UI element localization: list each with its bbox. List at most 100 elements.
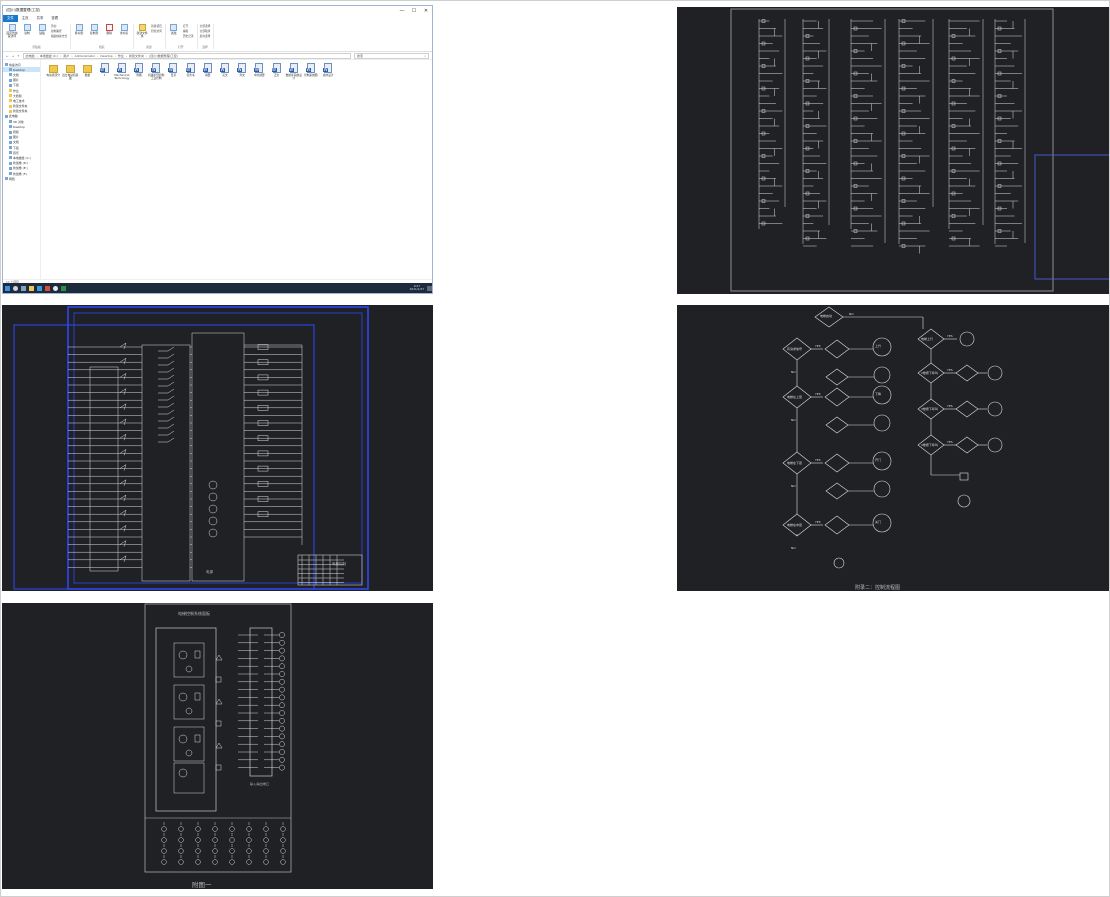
word-document-icon [271,63,281,73]
ribbon-button[interactable]: 移动到 [73,24,85,35]
ribbon-small-button[interactable]: 新建项目 [151,24,162,28]
flowchart-label: 3楼按下呼叫 [921,406,938,411]
indicator-lamp-icon [280,837,286,843]
tab-home[interactable]: 主页 [18,15,33,22]
breadcrumb-item[interactable]: (四川)数据整理(工控) [149,54,178,58]
file-item[interactable]: 目录 [165,63,181,80]
edge-browser-icon[interactable] [37,285,42,291]
breadcrumb-item[interactable]: Administrator [75,54,95,58]
ribbon-button[interactable]: 新建文件夹 [136,24,148,38]
file-item[interactable]: 1 [97,63,113,80]
file-item[interactable]: 数据 [79,63,95,80]
taskbar-clock[interactable]: 9:47 2021/1/27 [410,284,424,291]
button-square-icon [215,676,222,683]
terminal-wiring-diagram [677,7,1109,294]
chrome-icon[interactable] [53,285,58,291]
file-item[interactable]: 正文 [268,63,284,80]
ribbon-small-button[interactable]: 编辑 [183,29,194,33]
ribbon-button[interactable]: 固定到快速访问 [6,24,18,38]
ribbon-button[interactable]: 复制到 [88,24,100,35]
file-item[interactable]: 数据库系统设计 [286,63,302,80]
up-arrow-icon [215,742,223,749]
spreadsheet-app-icon[interactable] [61,285,66,291]
io-terminal-icon [279,686,285,693]
flowchart-label: 电梯在下层 [787,460,802,465]
ribbon-button[interactable]: 删除 [103,24,115,35]
indicator-lamp-icon [280,859,286,865]
io-port-label: 输入/输出端口 [250,781,269,786]
forward-arrow-icon[interactable]: → [12,54,15,58]
tab-share[interactable]: 共享 [33,15,48,22]
maximize-button[interactable]: ☐ [408,8,420,14]
ribbon-button[interactable]: 属性 [168,24,180,38]
windows-start-icon[interactable] [5,285,10,291]
search-taskbar-icon[interactable] [13,285,18,291]
task-view-icon[interactable] [21,285,26,291]
minimize-button[interactable]: — [396,8,408,14]
floor-display [194,692,201,701]
breadcrumb-item[interactable]: 用户 [63,54,69,58]
ribbon-small-button[interactable]: 全部取消 [200,29,211,33]
indicator-lamp-icon [229,848,235,854]
file-name: 中文摘要 [253,73,265,77]
breadcrumb-item[interactable]: Desktop [100,54,112,58]
breadcrumb-item[interactable]: 作业 [118,54,124,58]
breadcrumb-item[interactable]: 新建文件夹 [129,54,144,58]
ribbon-small-button[interactable]: 历史记录 [183,34,194,38]
search-input[interactable]: 搜索 ⌕ [354,52,429,59]
ribbon-button-label: 属性 [171,31,177,35]
file-item[interactable]: 电动机部分 [45,63,61,80]
file-item[interactable]: 附图 [131,63,147,80]
wps-icon[interactable] [45,285,50,291]
ribbon-small-button[interactable]: 复制路径 [51,29,67,33]
ribbon-small-button[interactable]: 剪切 [51,24,67,28]
file-item[interactable]: 总体设计 [320,63,336,80]
indicator-lamp-icon [195,826,201,832]
file-name: 电动机部分 [46,73,60,77]
ribbon-group: 移动到 复制到 删除 重命名 组织 [73,24,135,49]
file-item[interactable]: 摘要 [200,63,216,80]
up-arrow-icon[interactable]: ↑ [17,54,20,58]
tab-file[interactable]: 文件 [3,15,18,22]
ribbon-small-button[interactable]: 反向选择 [200,34,211,38]
figure-caption: 附图一 [192,880,212,889]
file-item[interactable]: 控制系统图 [303,63,319,80]
desktop-icon [9,68,12,72]
file-name: 目录 [170,73,177,77]
address-bar[interactable]: 此电脑 › 本地磁盘 (C:) › 用户 › Administrator › Desktop › 作… [22,52,351,59]
folder-icon [65,65,75,73]
notification-icon[interactable] [427,285,432,291]
file-explorer-taskbar-icon[interactable] [29,285,34,291]
file-item[interactable]: 四台电动机基础 [62,63,78,80]
ribbon-button[interactable]: 粘贴 [36,24,48,38]
close-button[interactable]: ✕ [420,8,432,14]
control-flowchart: 电梯启动 有请求信号 NO YES 上升 电梯在上层 NO YES 下降 电梯在下层 NO YES 开门… [677,305,1109,591]
tab-view[interactable]: 查看 [47,15,62,22]
back-arrow-icon[interactable]: ← [6,54,9,58]
button-square-icon [215,764,222,771]
ribbon-small-button[interactable]: 打开 [183,24,194,28]
ribbon-small-button[interactable]: 粘贴快捷方式 [51,34,67,38]
contact-switch-icon [119,342,127,350]
indicator-lamp-icon [212,826,218,832]
breadcrumb-item[interactable]: 本地磁盘 (C:) [40,54,58,58]
ribbon-small-button[interactable]: 轻松访问 [151,29,162,33]
ribbon-button[interactable]: 复制 [21,24,33,38]
indicator-lamp-icon [195,837,201,843]
ribbon-button[interactable]: 重命名 [118,24,130,35]
breadcrumb-item[interactable]: 此电脑 [26,54,35,58]
nav-item-label: 图片 [13,78,19,83]
nav-item-label: 本地磁盘 (C:) [13,155,31,160]
file-name: 摘要 [205,73,211,77]
file-item[interactable]: 中文摘要 [251,63,267,80]
file-item[interactable]: 外文 [234,63,250,80]
file-item[interactable]: Mechanical Technology [114,63,130,80]
terminal-wiring-svg [730,8,1109,292]
ribbon-small-button[interactable]: 全部选择 [200,24,211,28]
file-item[interactable]: 机械手臂控制工业控制 [148,63,164,80]
nav-item[interactable]: 网络 [3,176,40,181]
file-item[interactable]: 任务书 [183,63,199,80]
file-item[interactable]: 英文 [217,63,233,80]
plc-contact-icon [158,402,175,408]
indicator-lamp-icon [208,492,218,502]
